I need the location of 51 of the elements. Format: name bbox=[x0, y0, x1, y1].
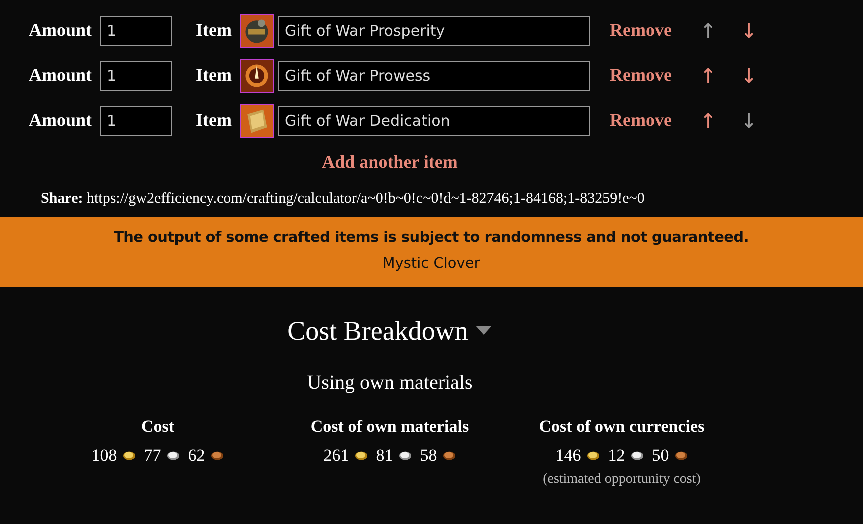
share-line: Share: https://gw2efficiency.com/crafting/calculator/a~0!b~0!c~0!d~1-82746;1-84168;1-83259!e~0 bbox=[41, 190, 645, 209]
amount-value: 81 bbox=[376, 445, 394, 467]
caret-icon[interactable] bbox=[476, 326, 492, 336]
amount-value: 146 bbox=[556, 445, 582, 467]
move-up-button[interactable]: ↑ bbox=[700, 110, 717, 130]
amount-field[interactable]: 1 bbox=[100, 16, 172, 46]
coin-icon bbox=[211, 450, 224, 461]
coin-icon bbox=[675, 450, 688, 461]
column-heading: Cost of own materials bbox=[310, 416, 470, 438]
item-icon bbox=[240, 14, 274, 48]
section-subtitle: Using own materials bbox=[307, 370, 473, 396]
coin-icon bbox=[167, 450, 180, 461]
move-up-button[interactable]: ↑ bbox=[700, 66, 717, 86]
move-down-button[interactable]: ↓ bbox=[740, 20, 758, 40]
amount-label: Amount bbox=[29, 19, 92, 42]
item-label: Item bbox=[196, 64, 232, 87]
amount-value: 50 bbox=[652, 445, 670, 467]
amount-field[interactable]: 1 bbox=[100, 106, 172, 136]
amount-value: 77 bbox=[144, 445, 162, 467]
item-name-field[interactable]: Gift of War Prowess bbox=[278, 60, 590, 90]
amount-value: 58 bbox=[420, 445, 438, 467]
move-down-button[interactable]: ↓ bbox=[740, 66, 758, 86]
item-label: Item bbox=[196, 19, 232, 42]
remove-link[interactable]: Remove bbox=[610, 107, 672, 134]
column-heading: Cost bbox=[141, 416, 175, 438]
remove-link[interactable]: Remove bbox=[610, 17, 672, 44]
amount-value: 108 bbox=[92, 445, 118, 467]
amount-field[interactable]: 1 bbox=[100, 60, 172, 90]
item-name-field[interactable]: Gift of War Prosperity bbox=[278, 16, 590, 46]
item-icon bbox=[240, 104, 274, 138]
coin-icon bbox=[399, 450, 412, 461]
item-name-field[interactable]: Gift of War Dedication bbox=[278, 106, 590, 136]
amount-value: 261 bbox=[324, 445, 350, 467]
remove-link[interactable]: Remove bbox=[610, 62, 672, 89]
section-title: Cost Breakdown bbox=[288, 315, 468, 348]
item-icon bbox=[240, 58, 274, 92]
warning-message: The output of some crafted items is subject to randomness and not guaranteed. bbox=[114, 229, 749, 248]
coin-icon bbox=[355, 450, 368, 461]
coin-icon bbox=[587, 450, 600, 461]
amount-value: 12 bbox=[608, 445, 626, 467]
column-heading: Cost of own currencies bbox=[539, 416, 705, 438]
coin-icon bbox=[631, 450, 644, 461]
add-item-link[interactable]: Add another item bbox=[322, 148, 458, 176]
item-label: Item bbox=[196, 109, 232, 132]
item-name: Mystic Clover bbox=[382, 255, 480, 274]
note: (estimated opportunity cost) bbox=[543, 470, 701, 488]
coin-icon bbox=[123, 450, 136, 461]
amount-value: 62 bbox=[188, 445, 206, 467]
coin-icon bbox=[443, 450, 456, 461]
amount-label: Amount bbox=[29, 64, 92, 87]
amount-label: Amount bbox=[29, 109, 92, 132]
